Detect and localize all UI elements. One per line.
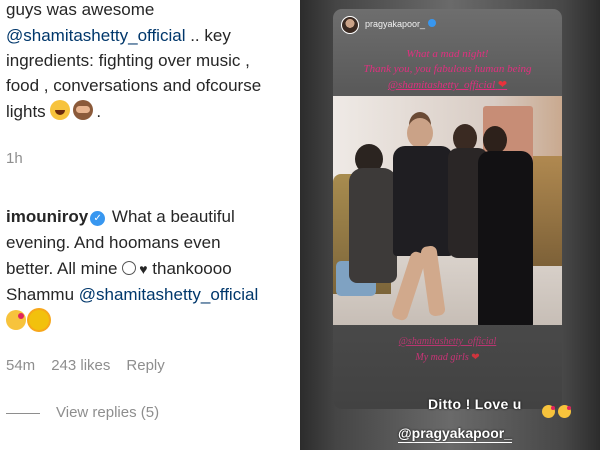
comment-2-line-1: imouniroy ✓ What a beautiful <box>6 205 235 230</box>
comment-2-meta: 54m 243 likes Reply <box>6 357 181 374</box>
story-username[interactable]: pragyakapoor_ <box>365 19 437 29</box>
mention-link[interactable]: @shamitashetty_official <box>6 26 185 45</box>
laughing-face-icon <box>50 100 71 120</box>
story-caption-mention-2[interactable]: @shamitashetty_official <box>333 336 562 347</box>
story-mention-text: @shamitashetty_official <box>387 79 496 91</box>
verified-badge-icon: ✓ <box>90 211 106 226</box>
kissing-heart-face-icon <box>558 405 571 418</box>
story-username-text: pragyakapoor_ <box>365 19 426 29</box>
photo-chair <box>533 156 562 266</box>
comment-2-time: 54m <box>6 357 36 374</box>
person-2-head <box>407 118 433 148</box>
comment-1-line-5: lights . <box>6 100 101 125</box>
comment-1-text: lights <box>6 102 46 121</box>
person-4-dress <box>478 151 533 325</box>
comment-1-line-1: guys was awesome <box>6 0 154 23</box>
black-heart-icon: ♥ <box>139 261 148 277</box>
heart-icon: ❤ <box>471 352 480 363</box>
story-reply-mention[interactable]: @pragyakapoor_ <box>398 425 513 443</box>
reply-button[interactable]: Reply <box>126 357 164 374</box>
story-caption-line-5: My mad girls ❤ <box>333 352 562 363</box>
kissing-heart-face-icon <box>6 310 26 330</box>
group-photo <box>333 96 562 325</box>
comment-1-text: ingredients: fighting over music , <box>6 51 250 70</box>
comment-1-line-3: ingredients: fighting over music , <box>6 49 250 74</box>
story-caption-line-1: What a mad night! <box>406 48 489 60</box>
comments-panel: guys was awesome @shamitashetty_official… <box>0 0 300 450</box>
view-replies-button[interactable]: View replies (5) <box>6 404 175 421</box>
likes-count[interactable]: 243 likes <box>51 357 110 374</box>
comment-2-line-2: evening. And hoomans even <box>6 231 221 256</box>
mention-link[interactable]: @shamitashetty_official <box>79 285 258 304</box>
story-screenshot: pragyakapoor_ What a mad night! Thank yo… <box>300 0 600 450</box>
view-replies-label: View replies (5) <box>56 404 160 421</box>
see-no-evil-monkey-icon <box>73 100 94 120</box>
story-caption-text: My mad girls <box>415 352 469 363</box>
heart-icon: ❤ <box>497 79 508 91</box>
comment-2-text: What a beautiful <box>107 207 235 226</box>
sun-face-icon <box>29 310 49 330</box>
comment-2-line-4: Shammu @shamitashetty_official <box>6 283 258 308</box>
story-reply-text: Ditto ! Love u <box>428 396 522 412</box>
kissing-heart-face-icon <box>542 405 555 418</box>
comment-1-meta: 1h <box>6 150 39 167</box>
comment-1-line-2: @shamitashetty_official .. key <box>6 24 231 49</box>
comment-1-text: . <box>96 102 102 121</box>
comment-2-text: Shammu <box>6 285 79 304</box>
comment-1-text: guys was awesome <box>6 0 155 19</box>
person-2-dress <box>393 146 453 256</box>
smiling-face-icon <box>122 261 137 275</box>
comment-2-line-5 <box>6 310 52 335</box>
verified-badge-icon <box>428 19 437 27</box>
person-4-head <box>483 126 507 154</box>
story-caption-line-2: Thank you, you fabulous human being <box>363 63 532 75</box>
comment-1-text: .. key <box>185 26 231 45</box>
comment-2-text: thankoooo <box>147 259 232 278</box>
comment-2-line-3: better. All mine ♥ thankoooo <box>6 257 232 282</box>
story-avatar[interactable] <box>341 16 359 34</box>
view-replies-divider <box>6 412 40 414</box>
comment-2-text: better. All mine <box>6 259 123 278</box>
comment-1-time: 1h <box>6 150 23 167</box>
person-1-body <box>349 168 397 283</box>
story-caption-mention[interactable]: @shamitashetty_official ❤ <box>333 78 562 91</box>
comment-1-text: food , conversations and ofcourse <box>6 76 262 95</box>
comment-username[interactable]: imouniroy <box>6 207 88 226</box>
comment-1-line-4: food , conversations and ofcourse <box>6 74 261 99</box>
comment-2-text: evening. And hoomans even <box>6 233 221 252</box>
